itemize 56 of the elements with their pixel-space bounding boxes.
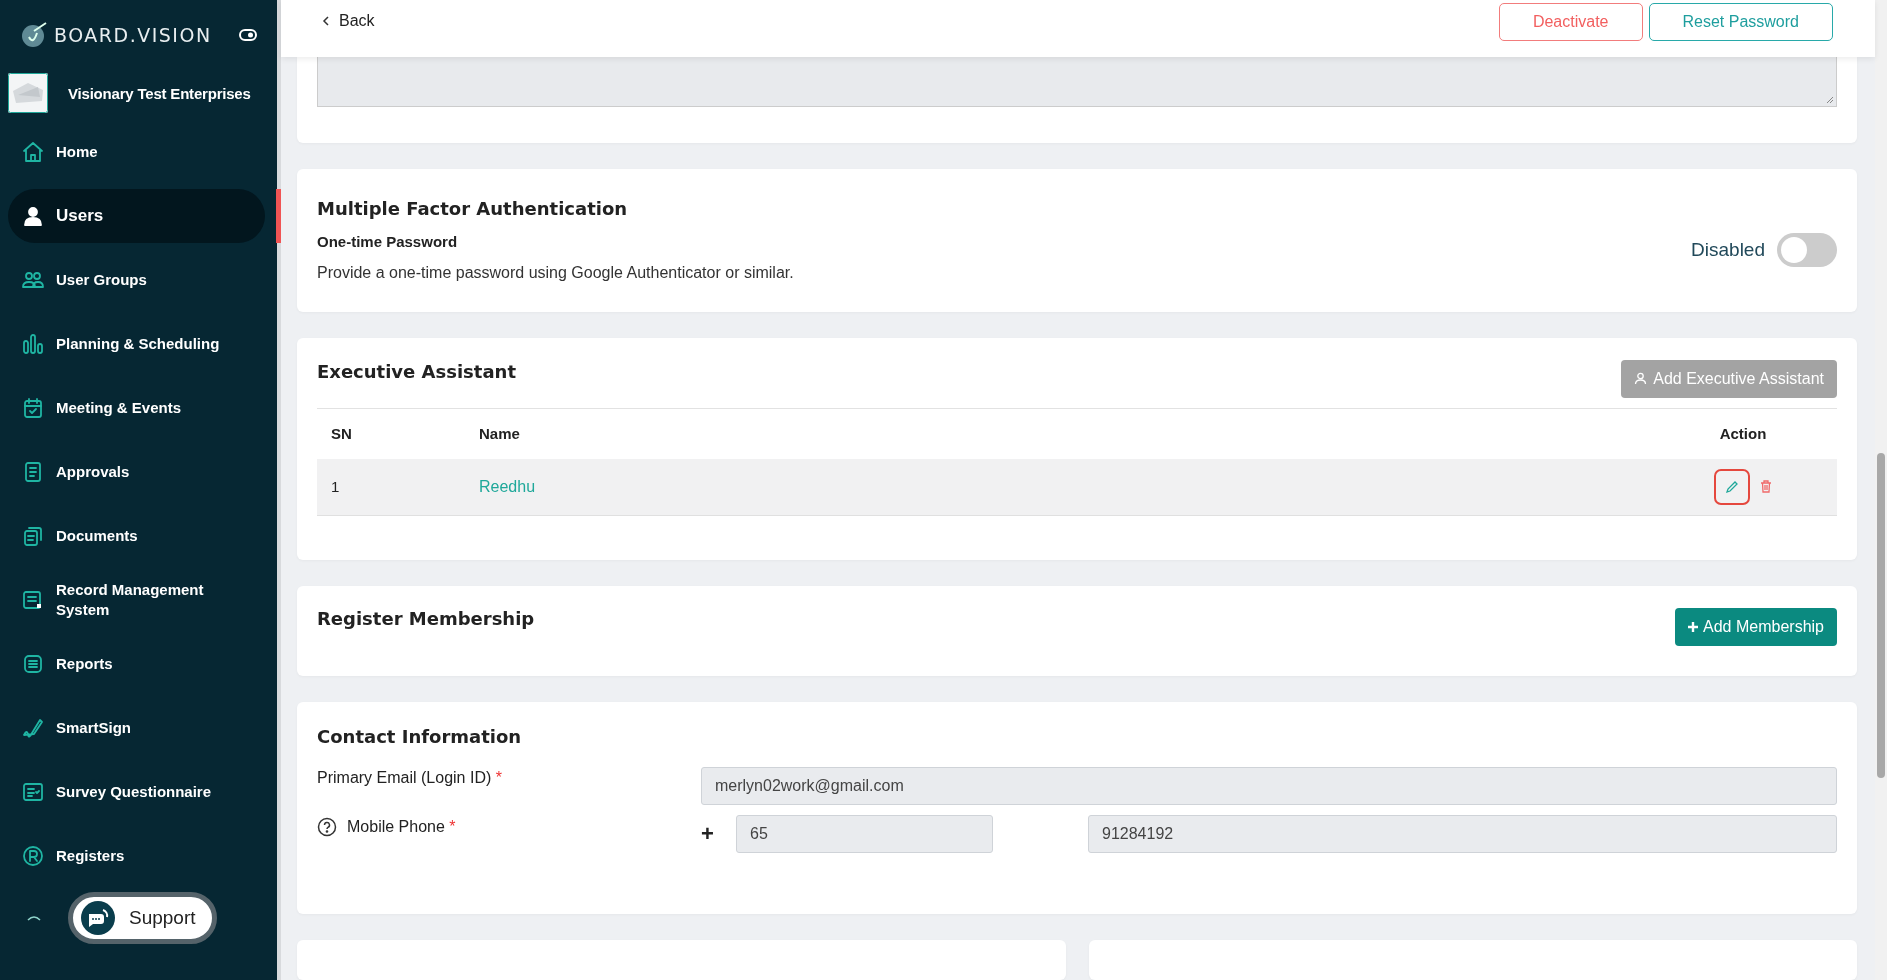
nav-item[interactable]: User Groups bbox=[8, 248, 265, 312]
user-icon bbox=[1634, 372, 1648, 386]
column-header: Name bbox=[479, 425, 520, 443]
nav-item[interactable]: SmartSign bbox=[8, 696, 265, 760]
chevron-left-icon bbox=[321, 16, 331, 26]
nav-item[interactable]: Registers bbox=[8, 824, 265, 888]
section-title: Register Membership bbox=[317, 607, 535, 629]
chat-icon bbox=[81, 901, 115, 935]
pen-icon bbox=[21, 716, 45, 740]
section-title: Contact Information bbox=[317, 725, 523, 747]
home-icon bbox=[21, 140, 45, 164]
support-button[interactable]: Support bbox=[68, 892, 217, 944]
resize-grip-icon[interactable] bbox=[1826, 96, 1834, 104]
trash-icon[interactable] bbox=[1760, 480, 1772, 494]
organization-name: Visionary Test Enterprises bbox=[68, 84, 251, 102]
field-label: Primary Email (Login ID) * bbox=[317, 768, 502, 787]
column-header: Action bbox=[1719, 425, 1767, 443]
nav-item[interactable]: Survey Questionnaire bbox=[8, 760, 265, 824]
toggle-icon[interactable] bbox=[239, 29, 257, 41]
brand-name: BOARD.VISION bbox=[54, 24, 213, 46]
setting-description: Provide a one-time password using Google Authenticator or similar. bbox=[317, 264, 794, 283]
phone-number-field[interactable]: 91284192 bbox=[1088, 814, 1837, 853]
country-code-field[interactable]: 65 bbox=[736, 814, 993, 853]
toggle-switch[interactable] bbox=[1777, 233, 1837, 268]
nav-item[interactable]: Reports bbox=[8, 632, 265, 696]
registered-icon bbox=[21, 844, 45, 868]
setting-title: One-time Password bbox=[317, 233, 459, 251]
help-icon[interactable] bbox=[317, 816, 337, 837]
calendar-icon bbox=[21, 396, 45, 420]
documents-icon bbox=[21, 524, 45, 548]
section-title: Multiple Factor Authentication bbox=[317, 198, 629, 220]
nav-item[interactable]: Approvals bbox=[8, 440, 265, 504]
section-title: Executive Assistant bbox=[317, 361, 516, 383]
column-header: SN bbox=[331, 425, 352, 443]
field-label: Mobile Phone * bbox=[347, 817, 456, 836]
nav-item[interactable]: Record Management System bbox=[8, 568, 265, 632]
nav-item[interactable]: Planning & Scheduling bbox=[8, 312, 265, 376]
chevron-up-icon[interactable] bbox=[26, 914, 42, 922]
nav-item[interactable]: Home bbox=[8, 120, 265, 184]
back-link[interactable]: Back bbox=[321, 12, 375, 30]
edit-button[interactable] bbox=[1714, 468, 1750, 505]
toggle-label: Disabled bbox=[1691, 239, 1765, 262]
nav-item[interactable]: Documents bbox=[8, 504, 265, 568]
table-cell: 1 bbox=[331, 478, 340, 496]
checklist-icon bbox=[21, 780, 45, 804]
user-icon bbox=[21, 204, 45, 228]
notes-field[interactable] bbox=[317, 57, 1837, 107]
pencil-icon bbox=[1725, 479, 1739, 494]
email-field[interactable]: merlyn02work@gmail.com bbox=[701, 766, 1837, 805]
plus-icon bbox=[1687, 620, 1700, 633]
list-icon bbox=[21, 652, 45, 676]
logo-icon bbox=[20, 21, 48, 49]
bar-chart-icon bbox=[21, 332, 45, 356]
nav-item[interactable]: Meeting & Events bbox=[8, 376, 265, 440]
add-membership-button[interactable]: Add Membership bbox=[1675, 607, 1837, 646]
plus-sign: + bbox=[701, 820, 715, 847]
